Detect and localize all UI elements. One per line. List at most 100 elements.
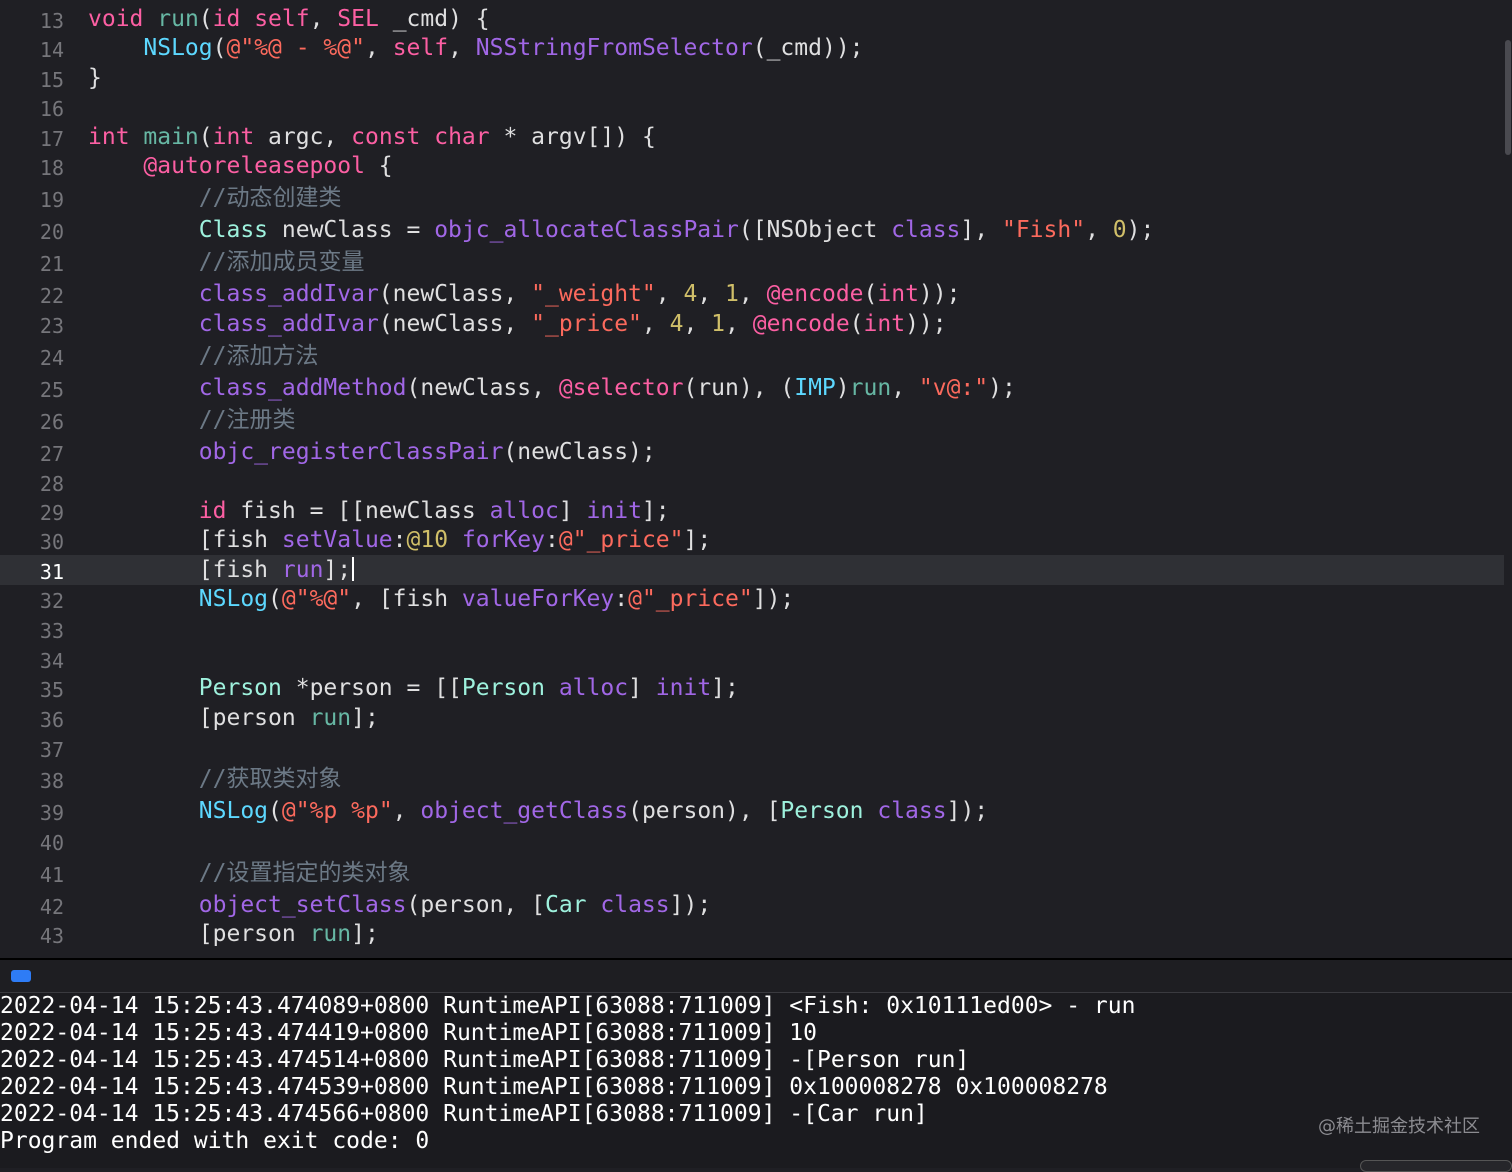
code-text[interactable]: Class newClass = objc_allocateClassPair(… bbox=[88, 215, 1155, 245]
line-number[interactable]: 27 bbox=[0, 442, 64, 466]
code-text[interactable]: [person run]; bbox=[88, 919, 379, 949]
code-line[interactable]: 15} bbox=[0, 63, 1504, 93]
code-text[interactable]: class_addIvar(newClass, "_weight", 4, 1,… bbox=[88, 279, 961, 309]
code-text[interactable]: //添加方法 bbox=[88, 341, 319, 371]
code-line[interactable]: 16 bbox=[0, 92, 1504, 122]
code-token: IMP bbox=[794, 375, 836, 401]
code-text[interactable]: [person run]; bbox=[88, 703, 379, 733]
code-text[interactable]: //设置指定的类对象 bbox=[88, 858, 411, 888]
code-line[interactable]: 33 bbox=[0, 614, 1504, 644]
line-number[interactable]: 30 bbox=[0, 530, 64, 554]
line-number[interactable]: 14 bbox=[0, 38, 64, 62]
line-number[interactable]: 31 bbox=[0, 560, 64, 584]
code-token: class_addIvar bbox=[198, 311, 379, 337]
line-number[interactable]: 32 bbox=[0, 589, 64, 613]
code-text[interactable]: //注册类 bbox=[88, 405, 296, 435]
console-filter-field[interactable] bbox=[1360, 1160, 1512, 1172]
editor-scrollbar-thumb[interactable] bbox=[1505, 40, 1511, 155]
code-line[interactable]: 32 NSLog(@"%@", [fish valueForKey:@"_pri… bbox=[0, 584, 1504, 614]
line-number[interactable]: 37 bbox=[0, 738, 64, 762]
code-line[interactable]: 20 Class newClass = objc_allocateClassPa… bbox=[0, 215, 1504, 245]
code-text[interactable]: object_setClass(person, [Car class]); bbox=[88, 890, 711, 920]
code-text[interactable]: //动态创建类 bbox=[88, 183, 342, 213]
code-line[interactable]: 23 class_addIvar(newClass, "_price", 4, … bbox=[0, 309, 1504, 339]
line-number[interactable]: 36 bbox=[0, 708, 64, 732]
code-line[interactable]: 18 @autoreleasepool { bbox=[0, 151, 1504, 181]
code-text[interactable]: int main(int argc, const char * argv[]) … bbox=[88, 122, 656, 152]
line-number[interactable]: 22 bbox=[0, 284, 64, 308]
code-line[interactable]: 26 //注册类 bbox=[0, 405, 1504, 435]
watermark: @稀土掘金技术社区 bbox=[1318, 1116, 1480, 1137]
code-text[interactable]: id fish = [[newClass alloc] init]; bbox=[88, 496, 670, 526]
code-line[interactable]: 29 id fish = [[newClass alloc] init]; bbox=[0, 496, 1504, 526]
debug-area-toggle-icon[interactable] bbox=[11, 970, 31, 982]
line-number[interactable]: 17 bbox=[0, 127, 64, 151]
line-number[interactable]: 40 bbox=[0, 831, 64, 855]
code-line[interactable]: 24 //添加方法 bbox=[0, 341, 1504, 371]
code-text[interactable]: objc_registerClassPair(newClass); bbox=[88, 437, 656, 467]
code-editor[interactable]: 13 void run(id self, SEL _cmd) {14 NSLog(… bbox=[0, 0, 1512, 958]
code-token: "v@:" bbox=[918, 375, 989, 401]
line-number[interactable]: 34 bbox=[0, 649, 64, 673]
line-number[interactable]: 15 bbox=[0, 68, 64, 92]
editor-scrollbar[interactable] bbox=[1504, 0, 1512, 958]
console-output[interactable]: 2022-04-14 15:25:43.474089+0800 RuntimeA… bbox=[0, 993, 1512, 1168]
code-line[interactable]: 39 NSLog(@"%p %p", object_getClass(perso… bbox=[0, 796, 1504, 826]
code-token: init bbox=[586, 498, 642, 524]
code-line[interactable]: 17 int main(int argc, const char * argv[]… bbox=[0, 122, 1504, 152]
code-line[interactable]: 40 bbox=[0, 826, 1504, 856]
code-text[interactable]: NSLog(@"%@", [fish valueForKey:@"_price"… bbox=[88, 584, 795, 614]
code-line[interactable]: 43 [person run]; bbox=[0, 919, 1504, 949]
code-text[interactable]: NSLog(@"%@ - %@", self, NSStringFromSele… bbox=[88, 33, 863, 63]
code-token: , bbox=[364, 35, 393, 61]
line-number[interactable]: 21 bbox=[0, 252, 64, 276]
code-line[interactable]: 28 bbox=[0, 467, 1504, 497]
code-line[interactable]: 41 //设置指定的类对象 bbox=[0, 858, 1504, 888]
code-text[interactable]: } bbox=[88, 63, 102, 93]
line-number[interactable]: 35 bbox=[0, 678, 64, 702]
code-text[interactable]: NSLog(@"%p %p", object_getClass(person),… bbox=[88, 796, 988, 826]
code-text[interactable]: Person *person = [[Person alloc] init]; bbox=[88, 673, 739, 703]
code-line[interactable]: 25 class_addMethod(newClass, @selector(r… bbox=[0, 373, 1504, 403]
line-number[interactable]: 29 bbox=[0, 501, 64, 525]
code-line[interactable]: 21 //添加成员变量 bbox=[0, 247, 1504, 277]
code-line[interactable]: 22 class_addIvar(newClass, "_weight", 4,… bbox=[0, 279, 1504, 309]
line-number[interactable]: 24 bbox=[0, 346, 64, 370]
line-number[interactable]: 23 bbox=[0, 314, 64, 338]
line-number[interactable]: 28 bbox=[0, 472, 64, 496]
code-text[interactable]: [fish setValue:@10 forKey:@"_price"]; bbox=[88, 525, 711, 555]
line-number[interactable]: 43 bbox=[0, 924, 64, 948]
code-line[interactable]: 31 [fish run]; bbox=[0, 555, 1504, 585]
code-line[interactable]: 27 objc_registerClassPair(newClass); bbox=[0, 437, 1504, 467]
code-text[interactable]: class_addMethod(newClass, @selector(run)… bbox=[88, 373, 1016, 403]
line-number[interactable]: 19 bbox=[0, 188, 64, 212]
code-text[interactable]: void run(id self, SEL _cmd) { bbox=[88, 4, 490, 34]
code-text[interactable]: class_addIvar(newClass, "_price", 4, 1, … bbox=[88, 309, 947, 339]
line-number[interactable]: 39 bbox=[0, 801, 64, 825]
code-text[interactable]: //获取类对象 bbox=[88, 764, 342, 794]
line-number[interactable]: 20 bbox=[0, 220, 64, 244]
code-line[interactable]: 38 //获取类对象 bbox=[0, 764, 1504, 794]
line-number[interactable]: 16 bbox=[0, 97, 64, 121]
code-line[interactable]: 14 NSLog(@"%@ - %@", self, NSStringFromS… bbox=[0, 33, 1504, 63]
code-token: 1 bbox=[711, 311, 726, 337]
code-line[interactable]: 35 Person *person = [[Person alloc] init… bbox=[0, 673, 1504, 703]
line-number[interactable]: 25 bbox=[0, 378, 64, 402]
line-number[interactable]: 33 bbox=[0, 619, 64, 643]
code-text[interactable]: [fish run]; bbox=[88, 555, 355, 585]
code-line[interactable]: 37 bbox=[0, 733, 1504, 763]
line-number[interactable]: 13 bbox=[0, 9, 64, 33]
code-text[interactable]: @autoreleasepool { bbox=[88, 151, 392, 181]
line-number[interactable]: 38 bbox=[0, 769, 64, 793]
line-number[interactable]: 26 bbox=[0, 410, 64, 434]
line-number[interactable]: 42 bbox=[0, 895, 64, 919]
code-line[interactable]: 30 [fish setValue:@10 forKey:@"_price"]; bbox=[0, 525, 1504, 555]
code-line[interactable]: 13 void run(id self, SEL _cmd) { bbox=[0, 4, 1504, 34]
code-text[interactable]: //添加成员变量 bbox=[88, 247, 365, 277]
code-line[interactable]: 42 object_setClass(person, [Car class]); bbox=[0, 890, 1504, 920]
code-line[interactable]: 34 bbox=[0, 644, 1504, 674]
code-line[interactable]: 19 //动态创建类 bbox=[0, 183, 1504, 213]
line-number[interactable]: 18 bbox=[0, 156, 64, 180]
code-line[interactable]: 36 [person run]; bbox=[0, 703, 1504, 733]
line-number[interactable]: 41 bbox=[0, 863, 64, 887]
